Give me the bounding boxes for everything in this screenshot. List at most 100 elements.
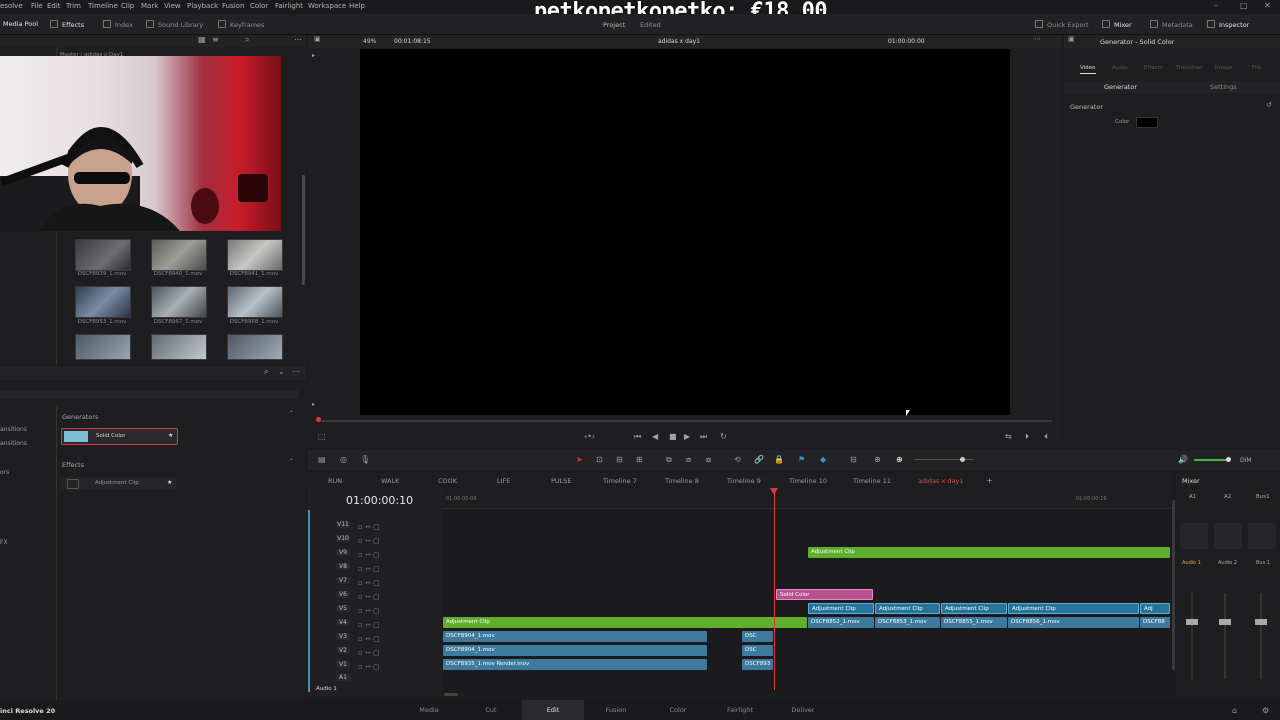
search-icon[interactable]: ⌕	[245, 35, 249, 45]
track-lock-icon[interactable]: ▫ ⇿ ▢	[358, 534, 398, 548]
maximize-icon[interactable]: □	[1240, 1, 1248, 10]
viewer-options-icon[interactable]: ⋯	[1034, 35, 1041, 43]
home-icon[interactable]: ⌂	[1232, 706, 1237, 715]
track-lock-icon[interactable]: ▫ ⇿ ▢	[358, 548, 398, 562]
track-label-v11[interactable]: V11	[336, 521, 350, 528]
keyframes-button[interactable]: Keyframes	[218, 20, 264, 29]
timeline-ruler[interactable]	[442, 488, 1172, 509]
page-fairlight[interactable]: Fairlight	[720, 706, 760, 714]
timeline-tab-life[interactable]: LIFE	[497, 477, 510, 485]
timeline-horizontal-scrollbar[interactable]	[444, 693, 458, 696]
track-lock-icon[interactable]: ▫ ⇿ ▢	[358, 520, 398, 534]
media-pool-button[interactable]: Media Pool	[3, 20, 38, 28]
menu-timeline[interactable]: Timeline	[88, 2, 118, 10]
volume-slider[interactable]	[1194, 459, 1228, 461]
timeline-scrollbar[interactable]	[1172, 500, 1175, 670]
dim-button[interactable]: DIM	[1240, 457, 1252, 464]
timeline-clip-video[interactable]: DSCF893	[742, 659, 773, 670]
dynamic-trim-icon[interactable]: ⊟	[616, 455, 623, 464]
play-reverse-icon[interactable]: ◀	[652, 432, 658, 441]
effects-search-field[interactable]	[0, 390, 298, 398]
menu-app[interactable]: esolve	[0, 2, 23, 10]
zoom-custom-icon[interactable]: ⊕	[896, 455, 903, 464]
menu-edit[interactable]: Edit	[47, 2, 61, 10]
zoom-detail-icon[interactable]: ⊕	[874, 455, 881, 464]
viewer-canvas[interactable]	[360, 49, 1010, 415]
chevron-down-icon[interactable]: ⌄	[278, 367, 285, 376]
menu-playback[interactable]: Playback	[187, 2, 218, 10]
timeline-clip-video[interactable]: DSCF8904_1.mov	[443, 631, 707, 642]
blade-tool-icon[interactable]: ⊞	[636, 455, 643, 464]
zoom-level[interactable]: 49%	[363, 38, 376, 45]
clip-thumbnail[interactable]	[75, 286, 131, 318]
timeline-clip-video[interactable]: DSCF8935_1.mov Render.mov	[443, 659, 707, 670]
track-label-v1[interactable]: V1	[336, 661, 350, 668]
timeline-clip-adjustment[interactable]: Adjustment Clip	[443, 617, 807, 628]
replace-clip-icon[interactable]: ⧇	[706, 455, 711, 465]
track-label-a1[interactable]: A1	[336, 674, 350, 681]
fader-handle-bus1[interactable]	[1255, 619, 1267, 625]
clip-thumbnail[interactable]	[227, 334, 283, 360]
link-icon[interactable]: 🔗	[754, 455, 764, 464]
timeline-timecode[interactable]: 01:00:00:10	[346, 494, 413, 507]
zoom-slider-handle[interactable]	[960, 457, 965, 462]
flag-icon[interactable]: ⚑	[798, 455, 805, 464]
effects-button[interactable]: Effects	[50, 20, 84, 29]
track-label-v4[interactable]: V4	[336, 619, 350, 626]
timeline-clip-video[interactable]: DSCF8856_1.mov	[1008, 617, 1139, 628]
edited-tab[interactable]: Edited	[640, 21, 661, 29]
timeline-clip-adjustment[interactable]: Adjustment Clip	[875, 603, 940, 614]
timeline-playhead[interactable]	[774, 490, 775, 690]
trim-tool-icon[interactable]: ⊡	[596, 455, 603, 464]
timeline-tab-walk[interactable]: WALK	[381, 477, 399, 485]
tab-audio[interactable]: Audio	[1112, 65, 1128, 71]
timeline-clip-video[interactable]: DSCF8904_1.mov	[443, 645, 707, 656]
more-options-icon[interactable]: ⋯	[292, 367, 300, 376]
clip-thumbnail[interactable]	[151, 286, 207, 318]
tab-file[interactable]: File	[1252, 65, 1261, 71]
loop-icon[interactable]: ↻	[720, 432, 727, 441]
playhead-handle[interactable]	[770, 488, 778, 495]
subtab-settings[interactable]: Settings	[1210, 83, 1237, 91]
tab-video[interactable]: Video	[1080, 65, 1095, 71]
clip-thumbnail[interactable]	[227, 239, 283, 271]
tab-image[interactable]: Image	[1215, 65, 1232, 71]
timeline-clip-adjustment[interactable]: Adjustment Clip	[808, 547, 1170, 558]
timeline-clip-video[interactable]: DSC	[742, 645, 773, 656]
timeline-tab-9[interactable]: Timeline 9	[727, 477, 761, 485]
menu-clip[interactable]: Clip	[121, 2, 134, 10]
clip-thumbnail[interactable]	[151, 239, 207, 271]
menu-help[interactable]: Help	[349, 2, 365, 10]
page-cut[interactable]: Cut	[471, 706, 511, 714]
zoom-slider[interactable]	[914, 459, 974, 460]
track-lock-icon[interactable]: ▫ ⇿ ▢	[358, 590, 398, 604]
clip-thumbnail[interactable]	[75, 239, 131, 271]
insert-clip-icon[interactable]: ⧉	[666, 455, 672, 465]
menu-file[interactable]: File	[31, 2, 43, 10]
timeline-tab-adidas[interactable]: adidas x day1	[918, 477, 963, 485]
track-lock-icon[interactable]: ▫ ⇿ ▢	[358, 660, 398, 674]
panel-toggle-icon[interactable]: ▸	[312, 52, 315, 59]
clip-thumbnail[interactable]	[75, 334, 131, 360]
jog-icon[interactable]: ‹•›	[584, 432, 595, 441]
timeline-tab-11[interactable]: Timeline 11	[853, 477, 891, 485]
menu-fusion[interactable]: Fusion	[222, 2, 244, 10]
timeline-tab-cook[interactable]: COOK	[438, 477, 457, 485]
grid-view-icon[interactable]: ▦	[198, 35, 206, 44]
track-lock-icon[interactable]: ▫ ⇿ ▢	[358, 562, 398, 576]
favorite-star-icon[interactable]: ★	[168, 432, 173, 439]
color-swatch[interactable]	[1136, 117, 1158, 128]
settings-icon[interactable]: ⚙	[1262, 706, 1269, 715]
timeline-options-icon[interactable]: ◎	[340, 455, 347, 464]
side-category-generators[interactable]: ors	[0, 469, 9, 476]
viewer-layout-icon[interactable]: ▣	[314, 35, 321, 43]
stop-icon[interactable]: ■	[669, 432, 677, 441]
side-category-transitions[interactable]: ansitions	[0, 426, 27, 433]
sound-library-button[interactable]: Sound Library	[146, 20, 203, 29]
microphone-icon[interactable]: 🎙	[360, 455, 370, 464]
menu-trim[interactable]: Trim	[66, 2, 81, 10]
match-frame-icon[interactable]: ⇆	[1005, 432, 1012, 441]
more-options-icon[interactable]: ⋯	[294, 35, 302, 44]
track-label-v5[interactable]: V5	[336, 605, 350, 612]
marker-icon[interactable]: ◆	[820, 455, 826, 464]
